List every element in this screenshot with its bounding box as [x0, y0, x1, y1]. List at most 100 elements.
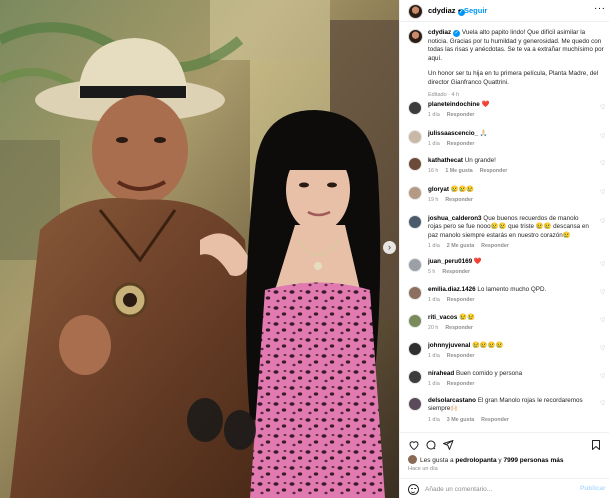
comment-body: johnnyjuvenal 😢😢😢😢 1 día Responder [428, 342, 593, 361]
posted-time[interactable]: Hace un día [408, 466, 438, 472]
comment-input[interactable] [425, 484, 565, 495]
avatar[interactable] [408, 4, 423, 19]
comment-time[interactable]: 20 h [428, 325, 438, 331]
reply-button[interactable]: Responder [447, 112, 475, 118]
comment-text: Buen comido y persona [456, 370, 523, 377]
caption-username[interactable]: cdydiaz [428, 29, 451, 36]
comment-meta: 1 día Responder [428, 296, 593, 304]
comment-body: juan_peru0169 ❤️ 5 h Responder [428, 258, 593, 277]
comment-text: Un grande! [464, 157, 496, 164]
commenter-avatar[interactable] [408, 130, 422, 144]
likes-summary[interactable]: Les gusta a pedrolopanta y 7999 personas… [408, 455, 563, 464]
comment-icon[interactable] [425, 439, 437, 451]
comment-heart-icon[interactable]: ♡ [600, 218, 605, 225]
reply-button[interactable]: Responder [481, 243, 509, 249]
commenter-username[interactable]: kathathecat [428, 157, 463, 164]
caption-avatar[interactable] [408, 29, 423, 44]
likes-count[interactable]: 7999 personas más [503, 457, 563, 464]
comment-meta: 20 h Responder [428, 324, 593, 332]
reply-button[interactable]: Responder [447, 297, 475, 303]
comment-heart-icon[interactable]: ♡ [600, 133, 605, 140]
commenter-avatar[interactable] [408, 370, 422, 384]
reply-button[interactable]: Responder [447, 141, 475, 147]
comment-time[interactable]: 1 día [428, 243, 440, 249]
commenter-avatar[interactable] [408, 186, 422, 200]
reply-button[interactable]: Responder [480, 168, 508, 174]
publish-button[interactable]: Publicar [580, 485, 606, 492]
post-photo[interactable]: › [0, 0, 399, 498]
comment-time[interactable]: 1 día [428, 381, 440, 387]
follow-button[interactable]: Seguir [464, 6, 487, 15]
comment-heart-icon[interactable]: ♡ [600, 189, 605, 196]
comment-heart-icon[interactable]: ♡ [600, 261, 605, 268]
commenter-avatar[interactable] [408, 342, 422, 356]
commenter-username[interactable]: julissaascencio_ [428, 130, 478, 137]
comment-time[interactable]: 1 día [428, 297, 440, 303]
comment-likes[interactable]: 2 Me gusta [447, 243, 474, 249]
comment-heart-icon[interactable]: ♡ [600, 400, 605, 407]
comment-text: 🙏🏻 [479, 130, 488, 137]
commenter-username[interactable]: emilia.diaz.1426 [428, 286, 476, 293]
emoji-icon[interactable] [408, 484, 419, 495]
commenter-username[interactable]: gloryat [428, 186, 449, 193]
reply-button[interactable]: Responder [445, 325, 473, 331]
caption-paragraph-2: Un honor ser tu hija en tu primera pelíc… [428, 70, 599, 86]
commenter-username[interactable]: planeteindochine [428, 101, 480, 108]
commenter-username[interactable]: joshua_calderon3 [428, 215, 482, 222]
commenter-avatar[interactable] [408, 157, 422, 171]
reply-button[interactable]: Responder [447, 353, 475, 359]
username-text: cdydiaz [428, 6, 456, 15]
comment-body: riti_vacos 😢😢 20 h Responder [428, 314, 593, 333]
reply-button[interactable]: Responder [481, 417, 509, 423]
comment-time[interactable]: 1 día [428, 417, 440, 423]
commenter-avatar[interactable] [408, 215, 422, 229]
comment-heart-icon[interactable]: ♡ [600, 104, 605, 111]
comment-meta: 16 h 1 Me gusta Responder [428, 167, 593, 175]
likes-middle: y [498, 457, 502, 464]
commenter-username[interactable]: riti_vacos [428, 314, 457, 321]
comment-body: gloryat 😢😢😢 19 h Responder [428, 186, 593, 205]
comment-heart-icon[interactable]: ♡ [600, 373, 605, 380]
commenter-avatar[interactable] [408, 286, 422, 300]
commenter-username[interactable]: juan_peru0169 [428, 258, 472, 265]
bookmark-icon[interactable] [590, 439, 602, 451]
more-options-icon[interactable]: ··· [594, 3, 606, 14]
comment-time[interactable]: 16 h [428, 168, 438, 174]
comment-meta: 5 h Responder [428, 268, 593, 276]
comment-body: nirahead Buen comido y persona 1 día Respo… [428, 370, 593, 389]
comment-text: 😢😢😢😢 [472, 342, 504, 349]
reply-button[interactable]: Responder [442, 269, 470, 275]
comment-heart-icon[interactable]: ♡ [600, 317, 605, 324]
comment-heart-icon[interactable]: ♡ [600, 289, 605, 296]
liker-avatar [408, 455, 417, 464]
next-image-button[interactable]: › [383, 241, 396, 254]
reply-button[interactable]: Responder [445, 197, 473, 203]
comment-likes[interactable]: 1 Me gusta [445, 168, 472, 174]
commenter-username[interactable]: delsolarcastano [428, 397, 476, 404]
reply-button[interactable]: Responder [447, 381, 475, 387]
comment-time[interactable]: 19 h [428, 197, 438, 203]
commenter-avatar[interactable] [408, 258, 422, 272]
caption-text: cdydiaz ✓ Vuela alto papito lindo! Que di… [428, 29, 604, 99]
add-comment-bar: Publicar [400, 478, 609, 498]
commenter-avatar[interactable] [408, 314, 422, 328]
comment-time[interactable]: 1 día [428, 112, 440, 118]
comment-text: ❤️ [473, 258, 482, 265]
comment-meta: 1 día Responder [428, 111, 593, 119]
heart-icon[interactable] [408, 439, 420, 451]
commenter-username[interactable]: nirahead [428, 370, 454, 377]
commenter-username[interactable]: johnnyjuvenal [428, 342, 470, 349]
comment-text: ❤️ [481, 101, 490, 108]
comment-time[interactable]: 5 h [428, 269, 435, 275]
comment-heart-icon[interactable]: ♡ [600, 345, 605, 352]
commenter-avatar[interactable] [408, 101, 422, 115]
comment-time[interactable]: 1 día [428, 353, 440, 359]
liker-username[interactable]: pedrolopanta [455, 457, 496, 464]
comment-time[interactable]: 1 día [428, 141, 440, 147]
commenter-avatar[interactable] [408, 397, 422, 411]
share-icon[interactable] [442, 439, 454, 451]
comment-likes[interactable]: 3 Me gusta [447, 417, 474, 423]
comment-body: delsolarcastano El gran Manolo rojas le … [428, 397, 593, 424]
separator-dot: • [458, 6, 461, 15]
comment-heart-icon[interactable]: ♡ [600, 160, 605, 167]
